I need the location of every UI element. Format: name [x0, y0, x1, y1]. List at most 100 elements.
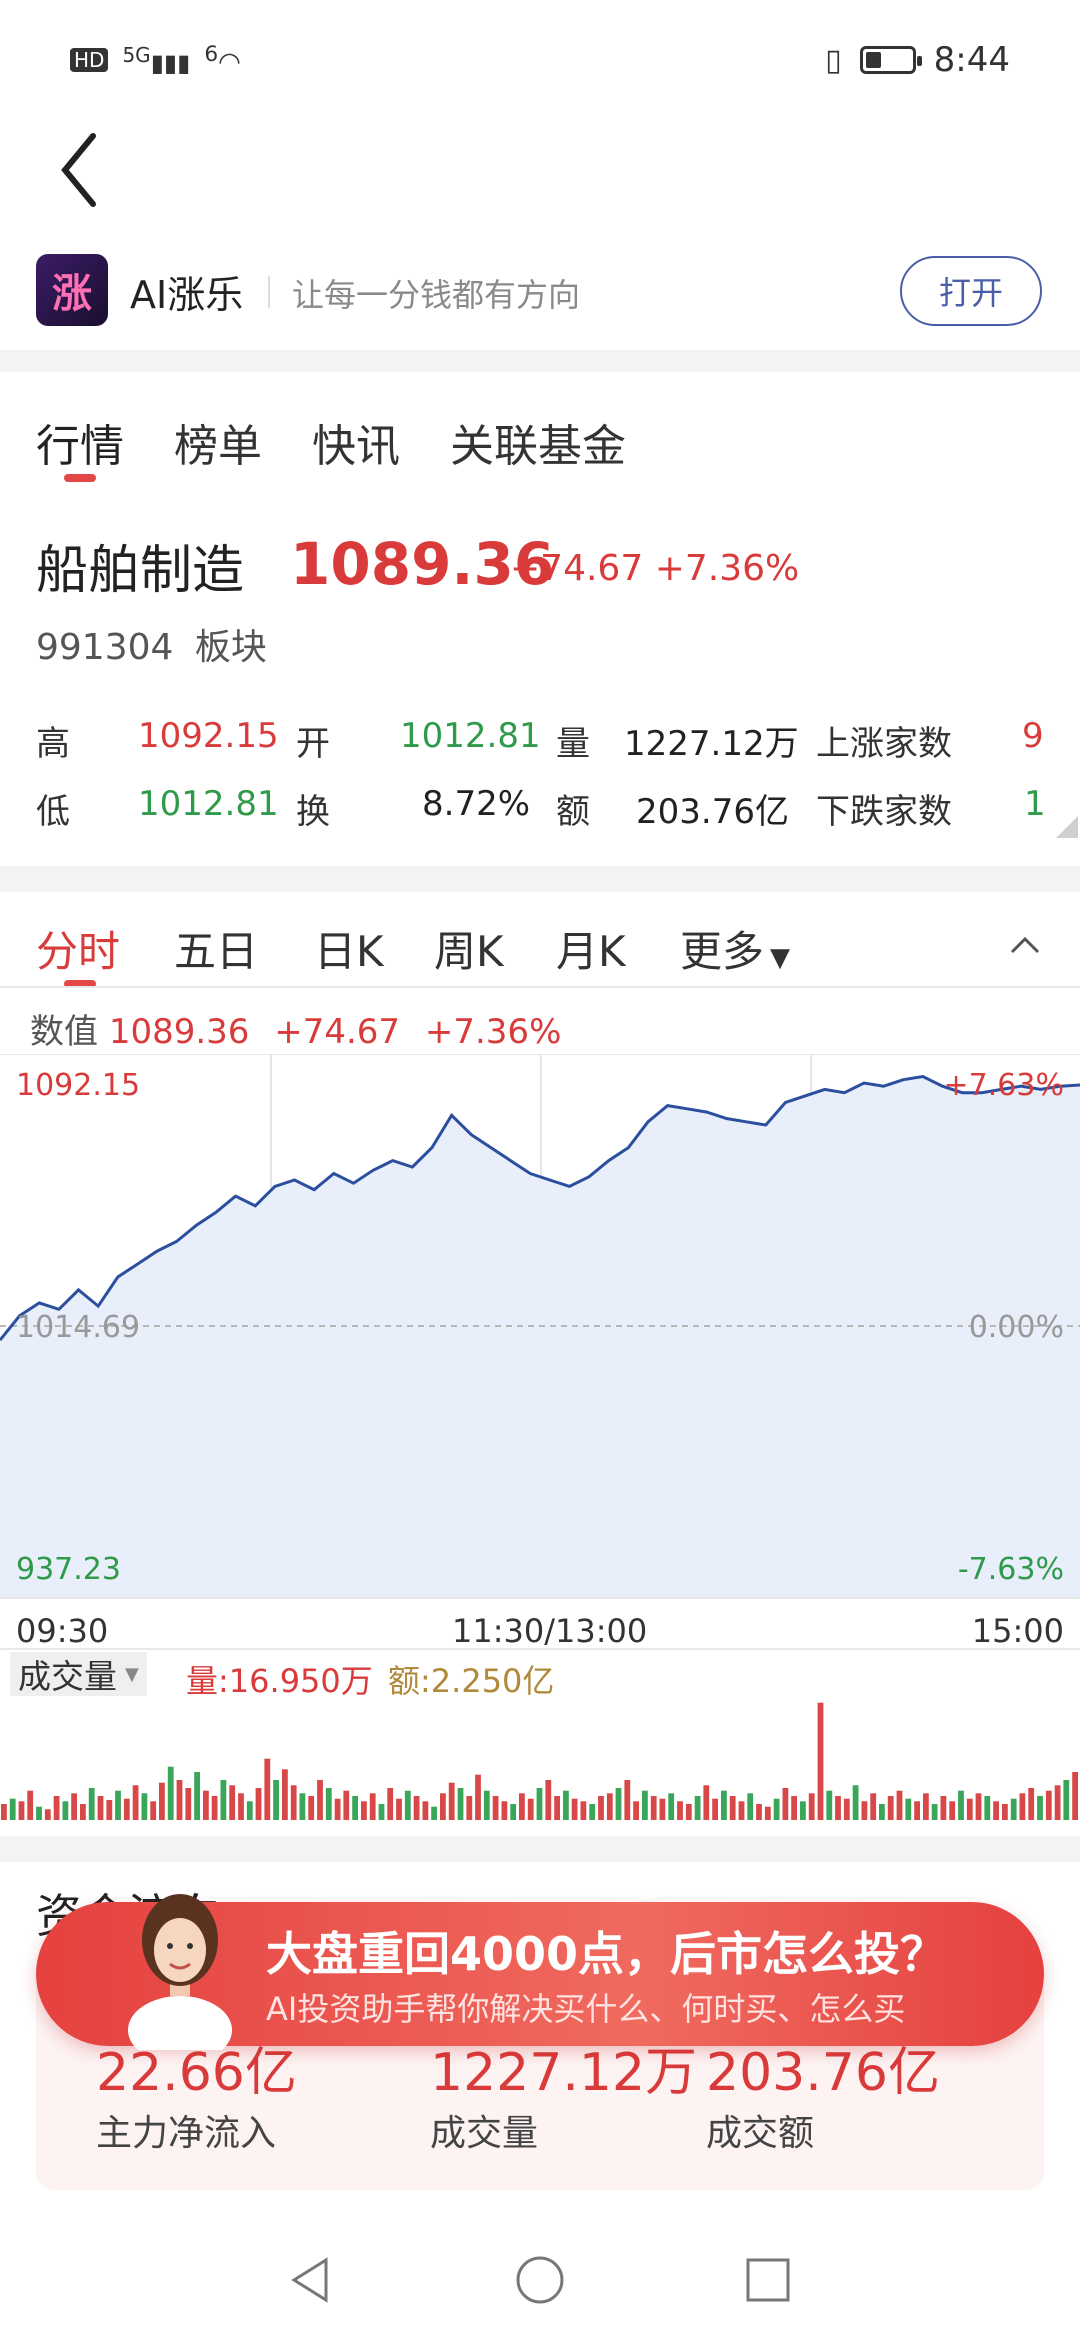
pct-bottom-label: -7.63%	[957, 1552, 1064, 1587]
volume-bar	[510, 1804, 517, 1820]
volume-bar	[264, 1758, 271, 1820]
volume-bar	[756, 1804, 762, 1820]
tab-five-day[interactable]: 五日	[174, 918, 258, 979]
clock: 8:44	[933, 40, 1010, 80]
volume-bar	[887, 1796, 894, 1820]
up-count-value: 9	[1022, 716, 1044, 756]
volume-bar	[940, 1796, 947, 1820]
volume-bar	[694, 1796, 701, 1820]
volume-bar	[475, 1774, 481, 1820]
volume-bar	[1072, 1772, 1078, 1820]
volume-bar	[361, 1801, 367, 1820]
volume-bar	[729, 1796, 736, 1820]
tab-market[interactable]: 行情	[36, 410, 124, 474]
back-button[interactable]	[44, 120, 114, 220]
volume-bar	[1045, 1790, 1052, 1820]
volume-chart[interactable]	[0, 1690, 1080, 1820]
tab-intraday[interactable]: 分时	[36, 918, 120, 979]
open-app-button[interactable]: 打开	[900, 256, 1042, 326]
caret-down-icon: ▼	[125, 1663, 139, 1685]
volume-bar	[220, 1780, 227, 1820]
volume-bar	[18, 1801, 25, 1820]
collapse-button[interactable]	[1000, 920, 1050, 970]
tab-related-funds[interactable]: 关联基金	[450, 410, 626, 474]
signal-label: 5G	[122, 42, 151, 67]
volume-bar	[97, 1796, 104, 1820]
volume-bar	[255, 1788, 262, 1820]
tab-more[interactable]: 更多 ▼	[680, 918, 790, 979]
volume-bar	[896, 1790, 903, 1820]
volume-bar	[290, 1785, 297, 1820]
nav-home-icon[interactable]	[510, 2250, 570, 2310]
chevron-up-icon	[1010, 936, 1040, 954]
tab-rankings[interactable]: 榜单	[174, 410, 262, 474]
intraday-chart[interactable]	[0, 1054, 1080, 1599]
volume-bar	[949, 1801, 956, 1820]
info-change: +74.67	[274, 1012, 401, 1052]
nav-recents-icon[interactable]	[738, 2250, 798, 2310]
volume-bar	[396, 1798, 402, 1820]
volume-bar	[211, 1796, 218, 1820]
volume-bar	[554, 1796, 560, 1820]
volume-bar	[852, 1785, 859, 1820]
expand-corner-icon[interactable]	[1056, 816, 1078, 838]
volume-bar	[141, 1793, 148, 1820]
volume-bar	[589, 1804, 596, 1820]
volume-bar	[773, 1798, 780, 1820]
app-slogan: 让每一分钱都有方向	[292, 276, 581, 314]
volume-bar	[238, 1793, 244, 1820]
x-label-midday: 11:30/13:00	[452, 1612, 648, 1650]
divider	[0, 986, 1080, 988]
volume-bar	[167, 1766, 174, 1820]
logo-text: 涨	[52, 271, 92, 317]
volume-bar	[273, 1780, 279, 1820]
tab-monthly-k[interactable]: 月K	[556, 918, 626, 979]
volume-bar	[106, 1800, 113, 1820]
volume-bar	[931, 1804, 938, 1820]
tab-daily-k[interactable]: 日K	[314, 918, 384, 979]
volume-bar	[132, 1785, 139, 1820]
down-count-label: 下跌家数	[816, 792, 952, 832]
volume-bar	[563, 1790, 569, 1820]
volume-bar	[150, 1801, 157, 1820]
volume-bar	[71, 1793, 77, 1820]
volume-bar	[659, 1798, 666, 1820]
volume-bar	[9, 1798, 16, 1820]
signal-icon: 5G▮▮▮	[122, 42, 191, 77]
volume-bar	[747, 1793, 754, 1820]
section-divider	[0, 350, 1080, 372]
volume-bar	[115, 1790, 121, 1820]
volume-bar	[159, 1782, 165, 1820]
tab-indicator	[64, 474, 96, 482]
high-value: 1092.15	[138, 716, 279, 756]
promo-subtitle: AI投资助手帮你解决买什么、何时买、怎么买	[266, 1990, 906, 2028]
volume-bar	[88, 1788, 95, 1820]
volume-bar	[1054, 1785, 1061, 1820]
volume-bar	[413, 1796, 420, 1820]
tab-news[interactable]: 快讯	[312, 410, 400, 474]
volume-bar	[606, 1793, 613, 1820]
volume-bar	[791, 1796, 797, 1820]
volume-bar	[598, 1796, 604, 1820]
volume-bar	[843, 1798, 850, 1820]
tab-weekly-k[interactable]: 周K	[434, 918, 504, 979]
volume-bar	[1028, 1788, 1035, 1820]
volume-bar	[1002, 1804, 1008, 1820]
volume-bar	[483, 1790, 490, 1820]
volume-bar	[352, 1796, 358, 1820]
sector-code: 991304 板块	[36, 618, 267, 670]
divider	[0, 1648, 1080, 1650]
volume-bar	[194, 1772, 200, 1820]
open-label: 开	[296, 724, 330, 764]
x-label-close: 15:00	[971, 1612, 1064, 1650]
volume-bar	[404, 1790, 411, 1820]
volume-bar	[378, 1804, 385, 1820]
section-divider	[0, 1836, 1080, 1862]
volume-label: 量	[556, 724, 590, 764]
volume-bar	[519, 1793, 525, 1820]
info-label: 数值	[30, 1012, 98, 1052]
amount-label: 额	[556, 792, 590, 832]
nav-back-icon[interactable]	[280, 2250, 340, 2310]
hd-badge: HD	[70, 47, 109, 72]
turnover-value: 8.72%	[422, 784, 531, 824]
